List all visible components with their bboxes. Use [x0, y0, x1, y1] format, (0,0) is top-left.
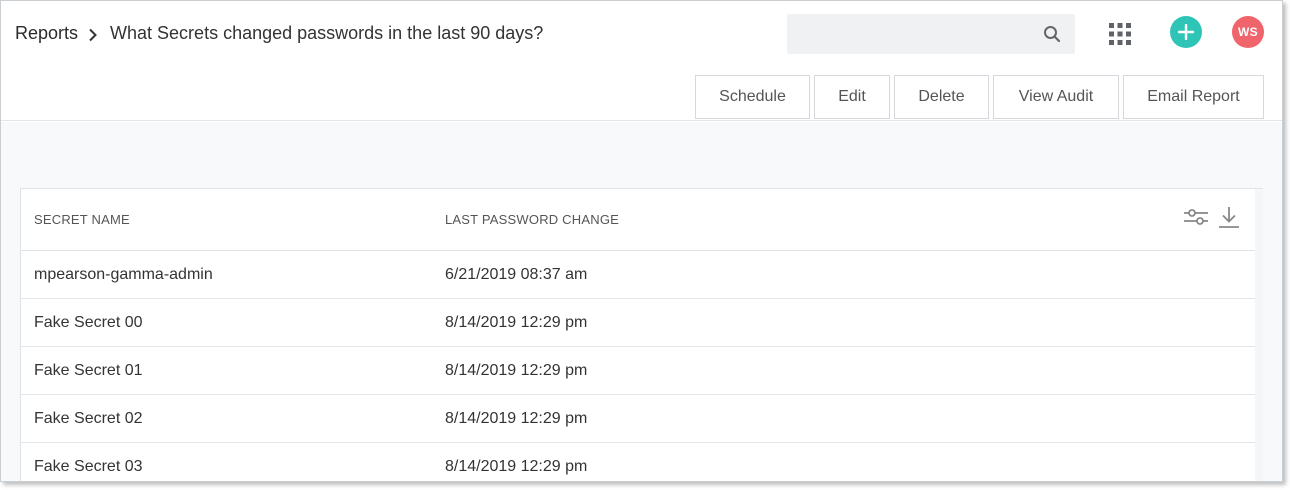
user-avatar[interactable]: WS	[1232, 16, 1264, 48]
plus-icon	[1178, 24, 1194, 40]
secret-name-cell[interactable]: Fake Secret 00	[34, 314, 143, 332]
secret-name-cell[interactable]: Fake Secret 01	[34, 362, 143, 380]
search-icon[interactable]	[1043, 25, 1061, 43]
chevron-right-icon	[88, 25, 98, 43]
secret-name-cell[interactable]: mpearson-gamma-admin	[34, 266, 213, 284]
secret-name-cell[interactable]: Fake Secret 02	[34, 410, 143, 428]
last-password-change-cell: 8/14/2019 12:29 pm	[445, 362, 588, 379]
download-icon[interactable]	[1217, 205, 1243, 229]
breadcrumb-reports-link[interactable]: Reports	[15, 23, 78, 44]
view-audit-button[interactable]: View Audit	[993, 75, 1119, 119]
column-header-last-password-change[interactable]: LAST PASSWORD CHANGE	[445, 212, 619, 227]
search-input[interactable]	[787, 14, 1037, 54]
app-window: Reports What Secrets changed passwords i…	[0, 0, 1283, 482]
last-password-change-cell: 8/14/2019 12:29 pm	[445, 314, 588, 331]
report-results-panel: SECRET NAME LAST PASSWORD CHANGE mpearso…	[20, 188, 1263, 481]
column-header-secret-name[interactable]: SECRET NAME	[34, 212, 130, 227]
last-password-change-cell: 8/14/2019 12:29 pm	[445, 458, 588, 475]
email-report-button[interactable]: Email Report	[1123, 75, 1264, 119]
apps-grid-icon[interactable]	[1109, 23, 1131, 45]
search-box[interactable]	[787, 14, 1075, 54]
main-content: SECRET NAME LAST PASSWORD CHANGE mpearso…	[1, 122, 1282, 481]
secret-name-cell[interactable]: Fake Secret 03	[34, 458, 143, 476]
filter-sliders-icon[interactable]	[1183, 205, 1209, 229]
table-actions	[1183, 205, 1243, 229]
table-row[interactable]: mpearson-gamma-admin 6/21/2019 08:37 am	[21, 251, 1255, 299]
breadcrumb: Reports What Secrets changed passwords i…	[15, 23, 543, 44]
delete-button[interactable]: Delete	[894, 75, 989, 119]
table-scrollbar[interactable]	[1255, 189, 1263, 481]
table-row[interactable]: Fake Secret 03 8/14/2019 12:29 pm	[21, 443, 1255, 481]
table-row[interactable]: Fake Secret 01 8/14/2019 12:29 pm	[21, 347, 1255, 395]
page-title: What Secrets changed passwords in the la…	[110, 23, 544, 43]
add-button[interactable]	[1170, 16, 1202, 48]
table-row[interactable]: Fake Secret 02 8/14/2019 12:29 pm	[21, 395, 1255, 443]
page-header: Reports What Secrets changed passwords i…	[1, 1, 1282, 121]
table-row[interactable]: Fake Secret 00 8/14/2019 12:29 pm	[21, 299, 1255, 347]
edit-button[interactable]: Edit	[814, 75, 890, 119]
schedule-button[interactable]: Schedule	[695, 75, 810, 119]
last-password-change-cell: 8/14/2019 12:29 pm	[445, 410, 588, 427]
last-password-change-cell: 6/21/2019 08:37 am	[445, 266, 588, 283]
table-header: SECRET NAME LAST PASSWORD CHANGE	[21, 189, 1255, 251]
